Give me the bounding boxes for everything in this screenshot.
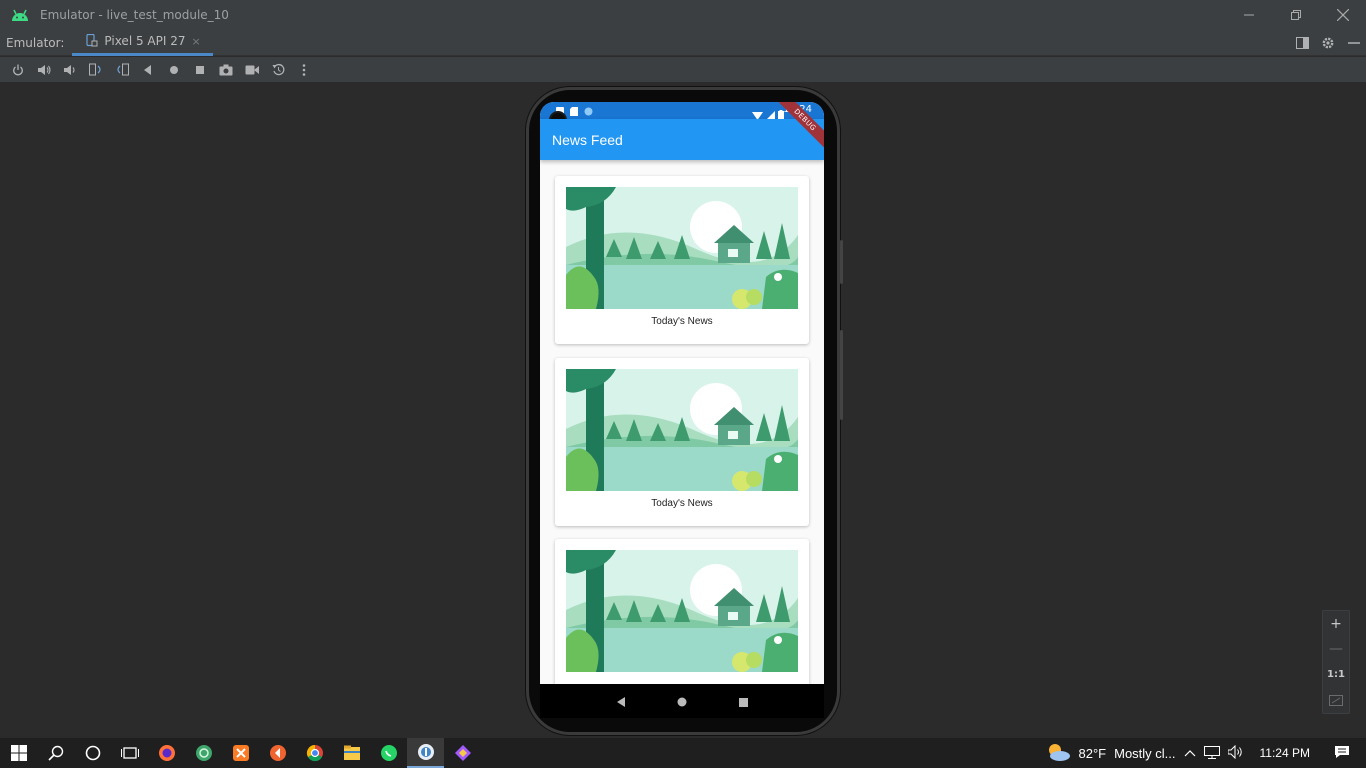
sync-icon [584,102,593,120]
android-icon [0,9,40,21]
home-icon[interactable] [161,59,187,81]
sd-card-icon [570,102,578,120]
zoom-controls: + — 1:1 [1322,610,1350,714]
news-caption: Today's News [651,316,713,327]
file-explorer-icon[interactable] [333,738,370,768]
android-nav-bar [540,684,824,718]
weather-icon[interactable] [1045,742,1071,765]
rotate-right-icon[interactable] [109,59,135,81]
search-icon[interactable] [37,738,74,768]
volume-down-icon[interactable] [57,59,83,81]
news-image [566,187,798,309]
more-icon[interactable] [291,59,317,81]
emulator-toolbar [0,57,1366,83]
nav-home-icon[interactable] [677,692,687,711]
nav-overview-icon[interactable] [739,692,749,711]
restore-icon[interactable] [1272,0,1319,30]
tab-close-icon[interactable]: × [191,35,200,48]
window-title: Emulator - live_test_module_10 [40,8,229,22]
emulator-label: Emulator: [6,35,65,50]
whatsapp-icon[interactable] [370,738,407,768]
fit-screen-icon[interactable] [1323,688,1349,714]
restore-snapshot-icon[interactable] [265,59,291,81]
tab-pixel-5[interactable]: Pixel 5 API 27 × [72,30,213,56]
chevron-up-icon[interactable] [1184,746,1196,760]
news-card[interactable]: Today's News [555,176,809,344]
chrome-icon[interactable] [296,738,333,768]
actual-size-button[interactable]: 1:1 [1323,662,1349,688]
tab-label: Pixel 5 API 27 [104,34,186,48]
app-title: News Feed [552,131,623,148]
power-icon[interactable] [5,59,31,81]
app-bar: News Feed [540,119,824,160]
hide-panel-icon[interactable] [1346,37,1362,49]
taskbar-clock[interactable]: 11:24 PM [1260,746,1310,760]
emulator-tab-bar: Emulator: Pixel 5 API 27 × [0,30,1366,56]
speaker-icon[interactable] [1227,744,1244,762]
zoom-in-button[interactable]: + [1323,611,1349,637]
back-icon[interactable] [135,59,161,81]
screenshot-icon[interactable] [213,59,239,81]
android-studio-icon[interactable] [407,738,444,768]
phone-power-button[interactable] [840,240,843,284]
nav-back-icon[interactable] [616,692,626,711]
network-icon[interactable] [1203,745,1220,762]
close-icon[interactable] [1319,0,1366,30]
volume-up-icon[interactable] [31,59,57,81]
vpn-app-icon[interactable] [185,738,222,768]
news-card[interactable]: Today's News [555,358,809,526]
task-view-icon[interactable] [111,738,148,768]
windows-start-icon[interactable] [0,738,37,768]
weather-temp[interactable]: 82°F [1079,746,1107,761]
window-title-bar: Emulator - live_test_module_10 [0,0,1366,30]
device-icon [86,32,98,51]
window-layout-icon[interactable] [1294,37,1310,49]
windows-taskbar: 82°F Mostly cl... 11:24 PM [0,738,1366,768]
phone-volume-button[interactable] [840,330,843,420]
zoom-out-button[interactable]: — [1323,637,1349,663]
overview-icon[interactable] [187,59,213,81]
app-icon-orange[interactable] [259,738,296,768]
news-feed-list[interactable]: Today's News Today's News [540,160,824,684]
screenrecord-icon[interactable] [239,59,265,81]
rotate-left-icon[interactable] [83,59,109,81]
minimize-icon[interactable] [1225,0,1272,30]
news-image [566,550,798,672]
firefox-icon[interactable] [148,738,185,768]
git-app-icon[interactable] [444,738,481,768]
gear-icon[interactable] [1320,36,1336,50]
device-screen[interactable]: 11:24 News Feed DEBUG [540,102,824,684]
cortana-icon[interactable] [74,738,111,768]
news-image [566,369,798,491]
weather-text[interactable]: Mostly cl... [1114,746,1175,761]
xampp-icon[interactable] [222,738,259,768]
notification-center-icon[interactable] [1334,745,1350,762]
news-card[interactable] [555,539,809,684]
news-caption: Today's News [651,498,713,509]
